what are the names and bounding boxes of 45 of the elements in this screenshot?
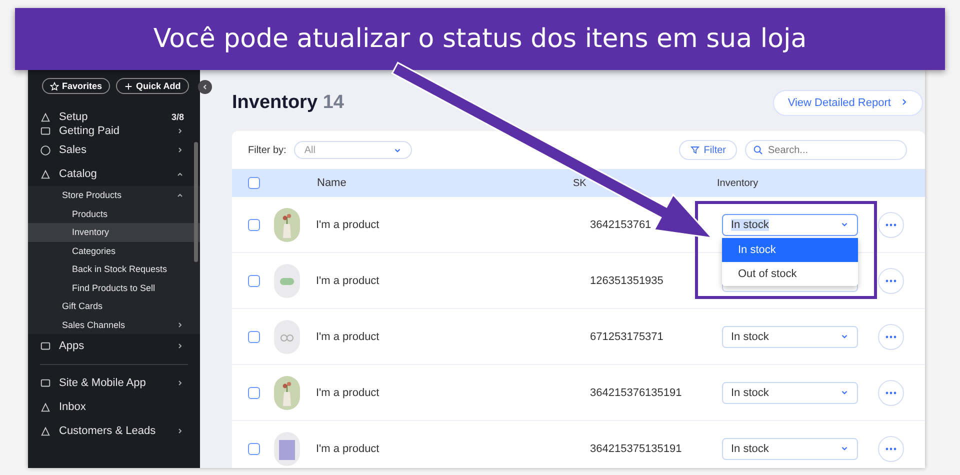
inventory-dropdown[interactable]: In stock bbox=[722, 438, 858, 460]
search-field[interactable]: Search... bbox=[745, 140, 907, 160]
progress-count: 3/8 bbox=[171, 112, 184, 122]
filter-button[interactable]: Filter bbox=[678, 140, 737, 160]
dropdown-option[interactable]: Out of stock bbox=[722, 262, 858, 286]
sku-cell-text: 671253175371 bbox=[590, 330, 664, 342]
column-header: Name bbox=[317, 177, 348, 189]
page-title: Inventory bbox=[232, 92, 318, 113]
inventory-dropdown[interactable]: In stock bbox=[722, 326, 858, 348]
view-report-button[interactable]: View Detailed Report bbox=[772, 90, 923, 116]
sidebar-item[interactable]: Setup 3/8 bbox=[28, 110, 200, 124]
sidebar-item[interactable]: Gift Cards bbox=[28, 297, 200, 316]
product-name: I'm a product bbox=[316, 442, 380, 454]
sidebar-item[interactable]: Inventory bbox=[28, 223, 200, 242]
dropdown-option[interactable]: In stock bbox=[722, 238, 858, 262]
column-header: SK bbox=[573, 178, 588, 188]
sku-cell-text: 3642153761 bbox=[590, 218, 652, 230]
sidebar-item[interactable]: Find Products to Sell bbox=[28, 278, 200, 297]
sidebar-item[interactable]: Sales Channels bbox=[28, 316, 200, 334]
sidebar-item[interactable]: Customers & Leads bbox=[28, 419, 200, 443]
filter-label: Filter by: bbox=[248, 144, 286, 156]
sidebar-item[interactable]: Categories bbox=[28, 242, 200, 260]
sidebar-item[interactable]: Sales bbox=[28, 138, 200, 162]
sidebar-item[interactable]: Products bbox=[28, 204, 200, 223]
sidebar-item[interactable]: Back in Stock Requests bbox=[28, 260, 200, 278]
column-header: Inventory bbox=[717, 178, 760, 188]
sidebar-item[interactable]: Catalog bbox=[28, 162, 200, 186]
item-count: 14 bbox=[322, 92, 344, 113]
sidebar-item[interactable]: Store Products bbox=[28, 186, 200, 204]
inventory-dropdown[interactable]: In stock bbox=[722, 214, 858, 236]
product-name: I'm a product bbox=[316, 386, 380, 398]
product-name: I'm a product bbox=[316, 218, 380, 230]
sidebar-item[interactable]: Apps bbox=[28, 334, 200, 358]
sidebar-item[interactable]: Getting Paid bbox=[28, 124, 200, 138]
sidebar-pill-button[interactable]: Favorites bbox=[42, 78, 110, 94]
product-name: I'm a product bbox=[316, 274, 380, 286]
title-banner: Você pode atualizar o status dos itens em sua loja bbox=[15, 8, 945, 70]
sku-cell-text: 364215375135191 bbox=[590, 442, 683, 454]
sku-cell-text: 126351351935 bbox=[590, 274, 664, 286]
sidebar-item[interactable]: Inbox bbox=[28, 395, 200, 419]
sidebar-pill-button[interactable]: Quick Add bbox=[116, 78, 189, 94]
sidebar-item[interactable]: Site & Mobile App bbox=[28, 371, 200, 395]
sku-cell-text: 364215376135191 bbox=[590, 386, 683, 398]
product-name: I'm a product bbox=[316, 330, 380, 342]
inventory-dropdown[interactable]: In stock bbox=[722, 382, 858, 404]
